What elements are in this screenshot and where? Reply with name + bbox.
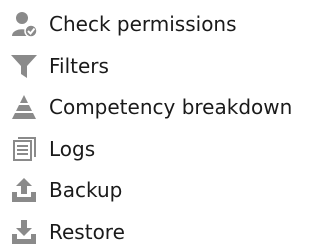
menu-item-label: Restore	[49, 219, 125, 244]
filter-icon	[10, 52, 38, 80]
menu-item-filters[interactable]: Filters	[0, 45, 320, 86]
menu-item-restore[interactable]: Restore	[0, 211, 320, 248]
menu-item-label: Logs	[49, 136, 96, 161]
menu-item-label: Competency breakdown	[49, 94, 293, 119]
menu-item-logs[interactable]: Logs	[0, 128, 320, 169]
stacked-triangle-icon	[10, 93, 38, 121]
menu-item-check-permissions[interactable]: Check permissions	[0, 3, 320, 44]
download-tray-icon	[10, 218, 38, 246]
menu-item-label: Check permissions	[49, 11, 237, 36]
menu-item-backup[interactable]: Backup	[0, 169, 320, 210]
admin-action-menu: Check permissions Filters Competency bre…	[0, 0, 320, 248]
menu-item-label: Backup	[49, 177, 123, 202]
upload-tray-icon	[10, 176, 38, 204]
log-sheet-icon	[10, 135, 38, 163]
user-check-icon	[10, 10, 38, 38]
menu-item-competency-breakdown[interactable]: Competency breakdown	[0, 86, 320, 127]
menu-item-label: Filters	[49, 53, 109, 78]
